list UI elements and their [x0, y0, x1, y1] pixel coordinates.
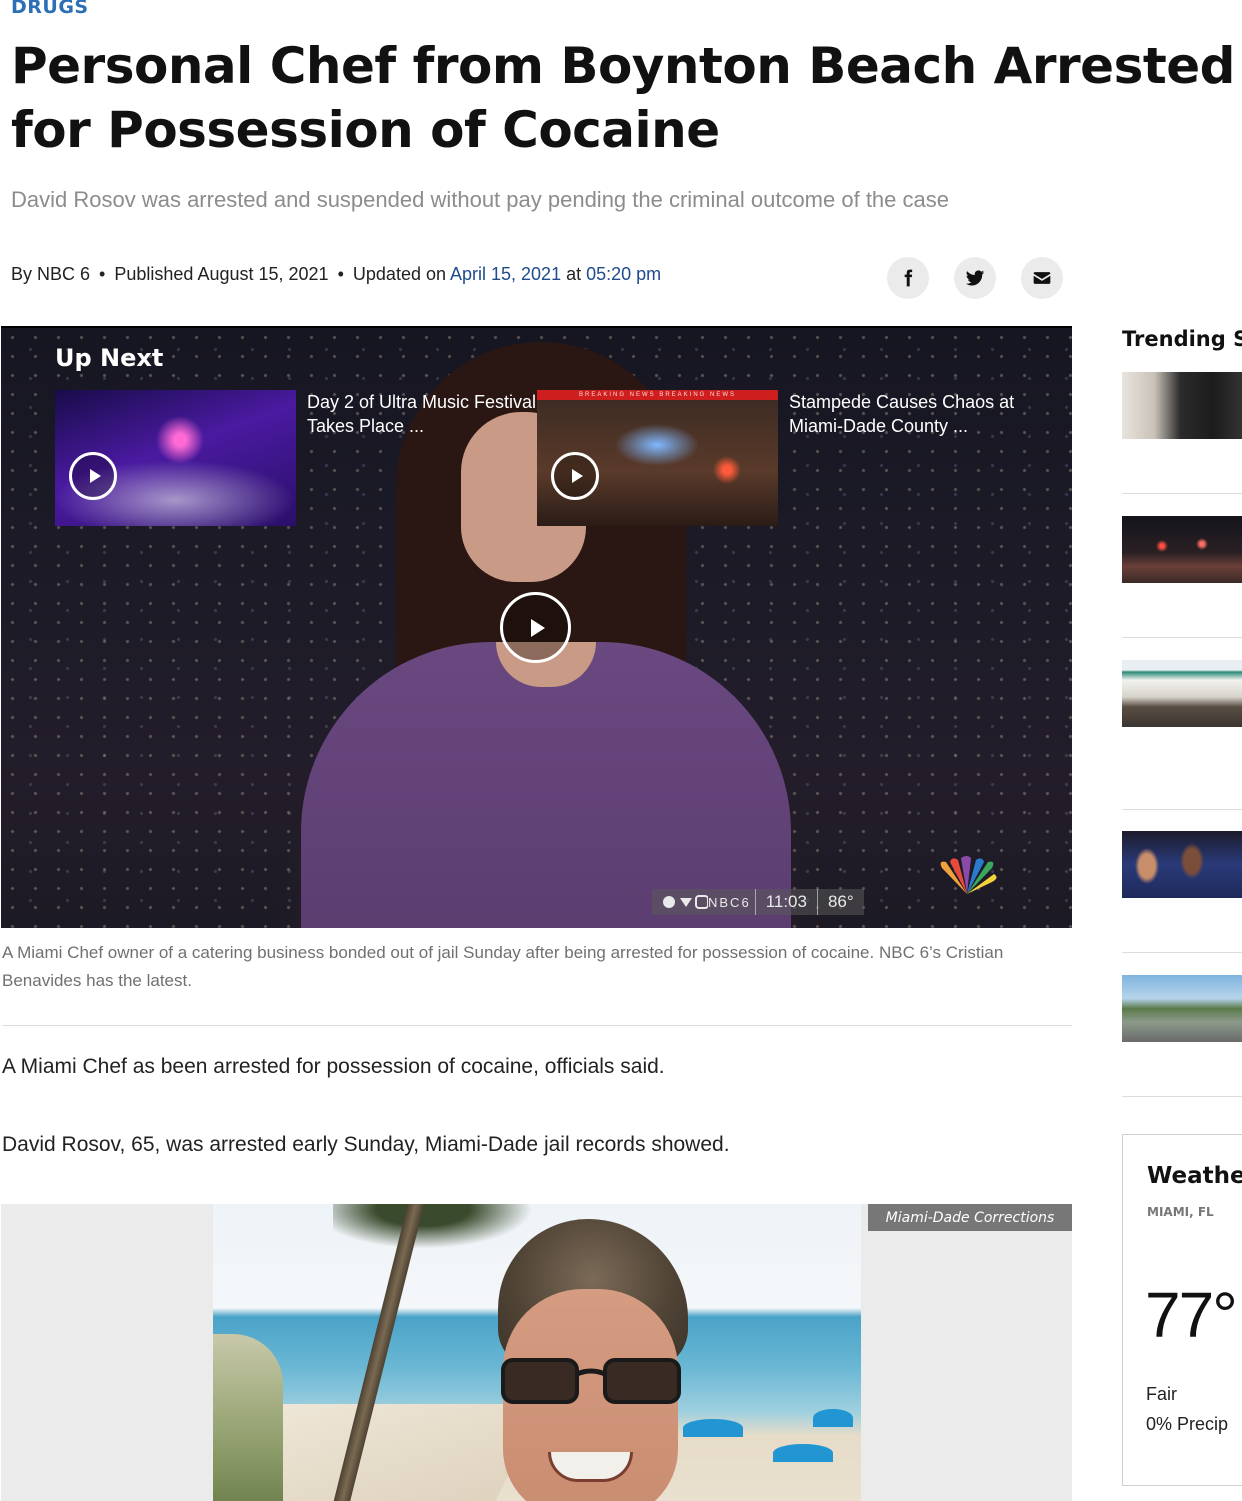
byline-author: By NBC 6: [11, 264, 91, 284]
byline: By NBC 6 • Published August 15, 2021 • U…: [11, 262, 661, 286]
up-next-title-1[interactable]: Day 2 of Ultra Music Festival Takes Plac…: [307, 390, 547, 438]
trending-title: Trending St: [1122, 327, 1242, 351]
divider: [2, 1025, 1072, 1026]
up-next-title-2[interactable]: Stampede Causes Chaos at Miami-Dade Coun…: [789, 390, 1029, 438]
nbc-peacock-icon: [940, 856, 997, 894]
trending-thumbnail-2[interactable]: [1122, 516, 1242, 583]
ticker-handle: NBC6: [708, 894, 751, 910]
divider: [1122, 952, 1242, 953]
facebook-icon: [904, 269, 913, 287]
play-icon[interactable]: [69, 452, 117, 500]
byline-updated-label: Updated on: [352, 264, 446, 284]
weather-precip: 0% Precip: [1146, 1414, 1229, 1434]
play-icon[interactable]: [551, 452, 599, 500]
sunglasses-icon: [501, 1358, 681, 1404]
email-icon: [1033, 272, 1051, 284]
photo-credit: Miami-Dade Corrections: [868, 1204, 1072, 1231]
up-next-thumbnail-1[interactable]: [55, 390, 296, 526]
weather-widget[interactable]: Weather MIAMI, FL 77° Fair 0% Precip: [1122, 1134, 1242, 1486]
trending-thumbnail-3[interactable]: [1122, 660, 1242, 727]
subheadline: David Rosov was arrested and suspended w…: [11, 187, 949, 212]
trending-thumbnail-4[interactable]: [1122, 831, 1242, 898]
divider: [1122, 1096, 1242, 1097]
article-paragraph: A Miami Chef as been arrested for posses…: [2, 1055, 665, 1078]
mugshot-photo: [213, 1204, 861, 1501]
photo-umbrella: [773, 1444, 833, 1462]
breaking-news-banner: BREAKING NEWS BREAKING NEWS: [537, 390, 778, 400]
byline-updated-date: April 15, 2021: [450, 264, 562, 284]
up-next-label: Up Next: [55, 344, 164, 372]
video-caption: A Miami Chef owner of a catering busines…: [2, 943, 1004, 990]
trending-thumbnail-1[interactable]: [1122, 372, 1242, 439]
divider: [1122, 637, 1242, 638]
divider: [1122, 493, 1242, 494]
article-paragraph: David Rosov, 65, was arrested early Sund…: [2, 1133, 730, 1156]
photo-palm-leaves: [333, 1204, 533, 1249]
share-facebook-button[interactable]: [887, 257, 929, 299]
ticker-time: 11:03: [754, 889, 817, 915]
social-glyph-icon: [663, 895, 708, 909]
article-photo: [1, 1204, 1072, 1501]
video-still-body: [301, 642, 791, 928]
photo-umbrella: [813, 1409, 853, 1427]
byline-separator: •: [337, 264, 344, 284]
weather-location: MIAMI, FL: [1147, 1205, 1214, 1219]
share-twitter-button[interactable]: [954, 257, 996, 299]
category-label[interactable]: DRUGS: [11, 0, 89, 18]
byline-at: at: [566, 264, 582, 284]
weather-title: Weather: [1147, 1163, 1242, 1189]
up-next-thumbnail-2[interactable]: BREAKING NEWS BREAKING NEWS: [537, 390, 778, 526]
ticker-temp: 86°: [816, 889, 864, 915]
byline-published-label: Published: [114, 264, 194, 284]
photo-umbrella: [683, 1419, 743, 1437]
article-page: DRUGS Personal Chef from Boynton Beach A…: [0, 0, 1242, 1501]
divider: [1122, 809, 1242, 810]
weather-condition: Fair: [1146, 1384, 1177, 1404]
video-play-button[interactable]: [500, 592, 571, 663]
byline-published-date: August 15, 2021: [197, 264, 329, 284]
photo-dune: [213, 1334, 283, 1501]
weather-temperature: 77°: [1145, 1279, 1238, 1351]
byline-updated-time: 05:20 pm: [586, 264, 662, 284]
twitter-icon: [965, 270, 985, 286]
share-email-button[interactable]: [1021, 257, 1063, 299]
page-title: Personal Chef from Boynton Beach Arreste…: [11, 37, 1235, 159]
trending-thumbnail-5[interactable]: [1122, 975, 1242, 1042]
byline-separator: •: [99, 264, 106, 284]
broadcast-ticker: NBC6 11:03 86°: [652, 889, 864, 915]
social-icons: NBC6: [652, 889, 755, 915]
